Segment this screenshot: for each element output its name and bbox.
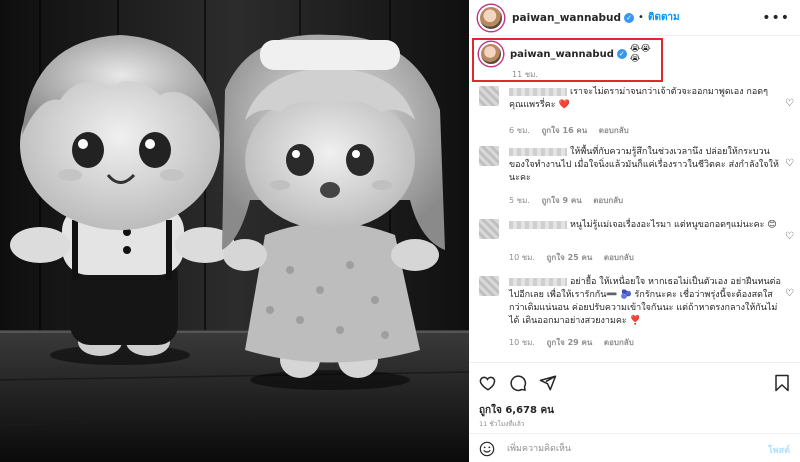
comment-time[interactable]: 10 ชม. xyxy=(509,253,535,262)
caption-text: 😭😭😭 xyxy=(629,44,651,64)
reply-button[interactable]: ตอบกลับ xyxy=(599,126,629,135)
commenter-name-blurred[interactable] xyxy=(509,87,567,96)
action-icons xyxy=(479,374,557,392)
comment-meta: 6 ชม. ถูกใจ 16 คน ตอบกลับ xyxy=(509,124,638,137)
post-comment-button[interactable]: โพสต์ xyxy=(768,443,790,457)
commenter-avatar-blurred[interactable] xyxy=(479,276,499,296)
plush-dolls-image xyxy=(0,0,469,462)
comment-icon[interactable] xyxy=(509,374,527,392)
author-avatar[interactable] xyxy=(478,4,504,31)
comment-text: หนูไม่รู้แม่เจอเรื่องอะไรมา แต่หนูขอกอดๆ… xyxy=(570,220,777,230)
comment-like-icon[interactable]: ♡ xyxy=(785,158,794,169)
author-username[interactable]: paiwan_wannabud xyxy=(512,12,621,24)
verified-badge-icon: ✓ xyxy=(616,49,627,59)
comment-likes[interactable]: ถูกใจ 29 คน xyxy=(547,338,593,347)
follow-button[interactable]: ติดตาม xyxy=(648,10,680,25)
comment-input[interactable] xyxy=(507,441,747,457)
comment-like-icon[interactable]: ♡ xyxy=(785,231,794,242)
comment-like-icon[interactable]: ♡ xyxy=(785,98,794,109)
comment-time[interactable]: 10 ชม. xyxy=(509,338,535,347)
caption-highlight-box: paiwan_wannabud ✓ 😭😭😭 11 ชม. xyxy=(472,38,663,82)
post-photo[interactable] xyxy=(0,0,469,462)
comment-meta: 5 ชม. ถูกใจ 9 คน ตอบกลับ xyxy=(509,194,632,207)
commenter-name-blurred[interactable] xyxy=(509,277,567,286)
caption-avatar[interactable] xyxy=(479,42,503,66)
comment-time[interactable]: 6 ชม. xyxy=(509,126,530,135)
reply-button[interactable]: ตอบกลับ xyxy=(604,338,634,347)
comment-body: ให้พื้นที่กับความรู้สึกในช่วงเวลานึง ปล่… xyxy=(509,146,781,185)
likes-count[interactable]: ถูกใจ 6,678 คน xyxy=(479,403,554,418)
commenter-name-blurred[interactable] xyxy=(509,147,567,156)
comment-likes[interactable]: ถูกใจ 9 คน xyxy=(541,196,581,205)
commenter-avatar-blurred[interactable] xyxy=(479,86,499,106)
commenter-avatar-blurred[interactable] xyxy=(479,146,499,166)
caption-username[interactable]: paiwan_wannabud xyxy=(510,49,614,60)
bookmark-icon[interactable] xyxy=(774,374,790,392)
comment-likes[interactable]: ถูกใจ 16 คน xyxy=(541,126,587,135)
comment-time[interactable]: 5 ชม. xyxy=(509,196,530,205)
comment-meta: 10 ชม. ถูกใจ 25 คน ตอบกลับ xyxy=(509,251,643,264)
more-options-icon[interactable]: ••• xyxy=(762,10,790,26)
commenter-avatar-blurred[interactable] xyxy=(479,219,499,239)
comments-list[interactable]: เราจะไม่ดราม่าจนกว่าเจ้าตัวจะออกมาพูดเอง… xyxy=(469,86,800,362)
commenter-name-blurred[interactable] xyxy=(509,220,567,229)
reply-button[interactable]: ตอบกลับ xyxy=(604,253,634,262)
comment-likes[interactable]: ถูกใจ 25 คน xyxy=(547,253,593,262)
heart-icon[interactable] xyxy=(479,374,497,392)
post-header: paiwan_wannabud ✓ • ติดตาม ••• xyxy=(469,0,800,36)
post-actions: ถูกใจ 6,678 คน 11 ชั่วโมงที่แล้ว โพสต์ xyxy=(469,362,800,462)
separator-dot: • xyxy=(638,12,644,23)
comment-meta: 10 ชม. ถูกใจ 29 คน ตอบกลับ xyxy=(509,336,643,349)
verified-badge-icon: ✓ xyxy=(624,12,635,23)
comment-body: หนูไม่รู้แม่เจอเรื่องอะไรมา แต่หนูขอกอดๆ… xyxy=(509,219,781,232)
reply-button[interactable]: ตอบกลับ xyxy=(593,196,623,205)
comment-like-icon[interactable]: ♡ xyxy=(785,288,794,299)
post-panel: paiwan_wannabud ✓ • ติดตาม ••• paiwan_wa… xyxy=(469,0,800,462)
share-icon[interactable] xyxy=(539,374,557,392)
smile-icon[interactable] xyxy=(479,441,495,461)
comment-body: อย่ายื้อ ให้เหนื่อยใจ หากเธอไม่เป็นตัวเอ… xyxy=(509,276,781,328)
add-comment-bar: โพสต์ xyxy=(469,433,800,462)
post-time-ago: 11 ชั่วโมงที่แล้ว xyxy=(479,420,525,428)
comment-body: เราจะไม่ดราม่าจนกว่าเจ้าตัวจะออกมาพูดเอง… xyxy=(509,86,781,112)
caption-timestamp[interactable]: 11 ชม. xyxy=(512,68,538,81)
